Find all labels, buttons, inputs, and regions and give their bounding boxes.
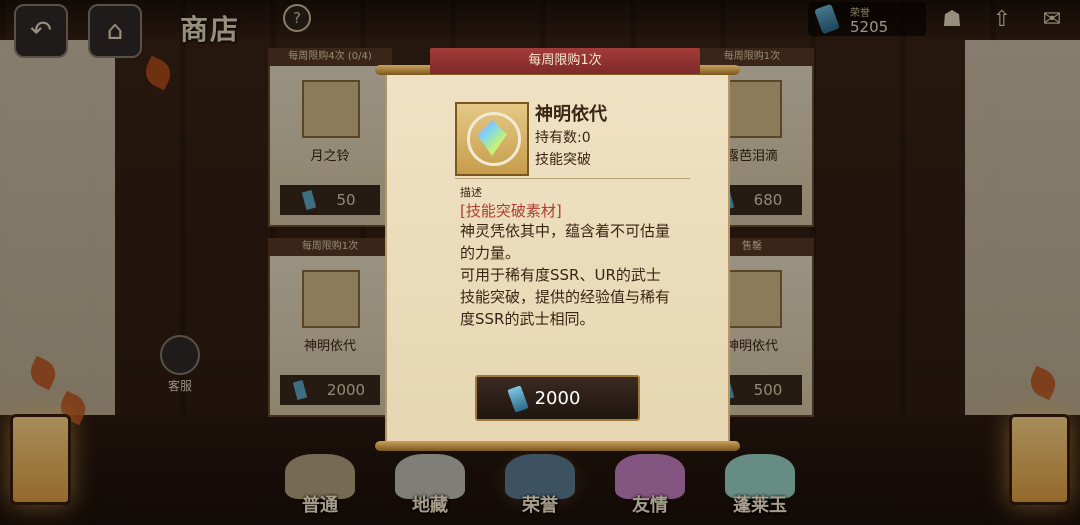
owned-count: 持有数:0 [535,130,591,146]
divider [455,178,690,179]
description-label: 描述 [460,186,482,199]
purchase-limit-banner: 每周限购1次 [430,48,700,74]
buy-button[interactable]: 2000 [475,375,640,421]
description-line: 可用于稀有度SSR、UR的武士技能突破，提供的经验值与稀有度SSR的武士相同。 [460,266,671,328]
buy-price: 2000 [534,387,581,409]
item-detail-modal: 每周限购1次 神明依代 持有数:0 技能突破 描述 [技能突破素材] 神灵凭依其… [375,48,740,451]
item-image [455,102,529,176]
description-line: 神灵凭依其中，蕴含着不可估量的力量。 [460,222,671,262]
description-tag: [技能突破素材] [460,202,562,220]
item-name: 神明依代 [535,104,607,125]
scroll-rod-bottom [375,441,740,451]
item-type: 技能突破 [535,152,591,168]
description-text: 神灵凭依其中，蕴含着不可估量的力量。 可用于稀有度SSR、UR的武士技能突破，提… [460,220,675,330]
ticket-icon [507,385,529,413]
